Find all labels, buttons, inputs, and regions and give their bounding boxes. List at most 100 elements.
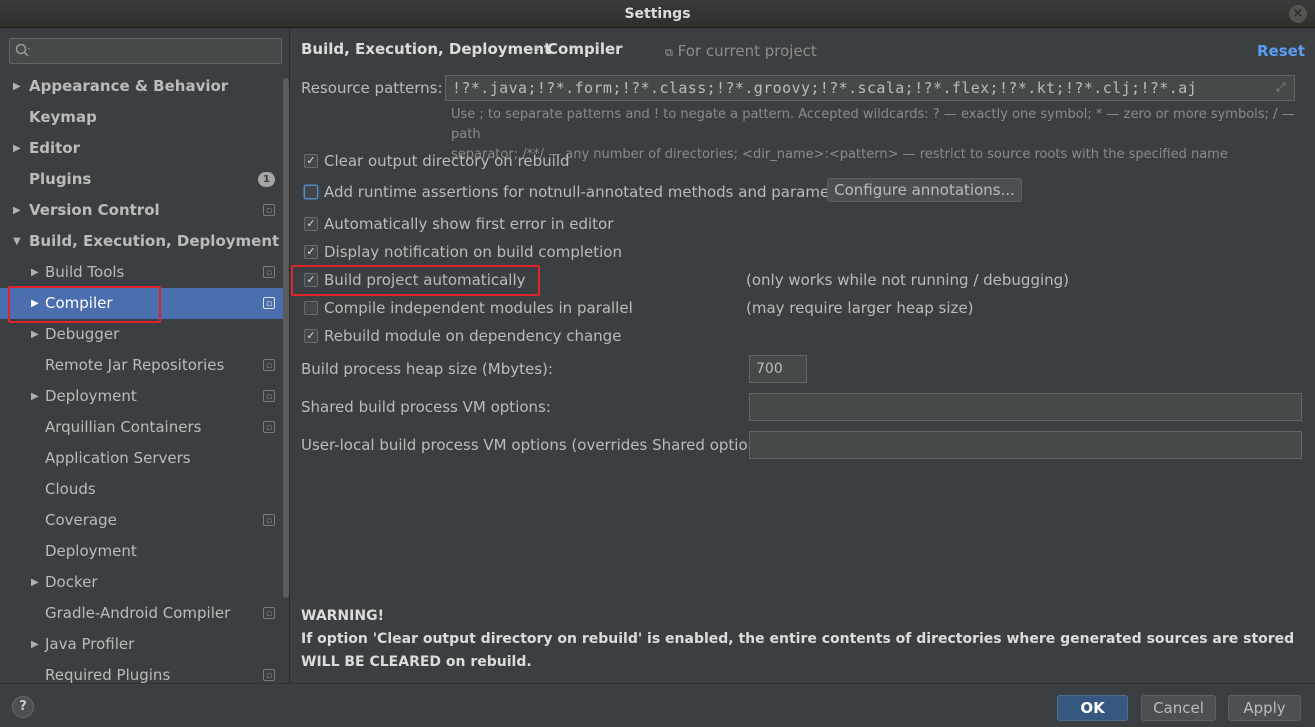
sidebar-item[interactable]: Deployment (0, 536, 289, 567)
resource-patterns-input[interactable]: !?*.java;!?*.form;!?*.class;!?*.groovy;!… (445, 75, 1295, 101)
help-icon[interactable]: ? (19, 699, 27, 714)
breadcrumb-separator: › (534, 40, 540, 58)
checkbox-checked[interactable]: ✓ (304, 217, 318, 231)
option-label[interactable]: Automatically show first error in editor (324, 215, 613, 233)
sidebar-item[interactable]: ▼ Build, Execution, Deployment (0, 226, 289, 257)
sidebar-item-label: Debugger (45, 325, 120, 343)
sidebar-item-label: Remote Jar Repositories (45, 356, 225, 374)
collapsed-arrow-icon[interactable]: ▶ (13, 133, 23, 164)
sidebar-item-label: Docker (45, 573, 98, 591)
help-button[interactable]: ? (12, 696, 34, 718)
sidebar-item[interactable]: ▶ Editor (0, 133, 289, 164)
expand-icon[interactable]: ⤢ (1276, 80, 1290, 94)
project-scope-icon: ▫ (263, 297, 275, 309)
compiler-settings-panel: Build, Execution, Deployment › Compiler … (291, 28, 1315, 683)
project-scope-icon: ▫ (263, 421, 275, 433)
breadcrumb-current: Compiler (547, 40, 623, 58)
breadcrumb-parent[interactable]: Build, Execution, Deployment (301, 40, 551, 58)
updates-count-badge: 1 (258, 172, 275, 187)
ok-button[interactable]: OK (1057, 695, 1128, 721)
sidebar-item-label: Version Control (29, 201, 160, 219)
option-note: (only works while not running / debuggin… (746, 271, 1070, 289)
project-scope-icon: ▫ (263, 669, 275, 681)
collapsed-arrow-icon[interactable]: ▶ (31, 319, 41, 350)
project-scope-icon: ▫ (263, 514, 275, 526)
sidebar-item[interactable]: Coverage ▫ (0, 505, 289, 536)
sidebar-item[interactable]: Clouds (0, 474, 289, 505)
build-automatically-highlight-box (291, 265, 540, 296)
checkbox-checked[interactable]: ✓ (304, 154, 318, 168)
sidebar-scrollbar[interactable] (283, 78, 289, 598)
collapsed-arrow-icon[interactable]: ▶ (13, 71, 23, 102)
close-icon[interactable]: × (1293, 6, 1304, 21)
option-label[interactable]: Clear output directory on rebuild (324, 152, 570, 170)
configure-annotations-button[interactable]: Configure annotations... (827, 178, 1022, 202)
compiler-highlight-box (8, 286, 161, 323)
sidebar-item-label: Clouds (45, 480, 96, 498)
sidebar-item[interactable]: ▶ Version Control ▫ (0, 195, 289, 226)
search-icon (15, 43, 30, 57)
sidebar-item[interactable]: ▶ Build Tools ▫ (0, 257, 289, 288)
close-window-button[interactable]: × (1289, 5, 1307, 23)
project-scope-icon: ▫ (263, 266, 275, 278)
sidebar-item-label: Appearance & Behavior (29, 77, 229, 95)
sidebar-item[interactable]: Gradle-Android Compiler ▫ (0, 598, 289, 629)
sidebar-item[interactable]: ▶ Debugger (0, 319, 289, 350)
collapsed-arrow-icon[interactable]: ▶ (13, 195, 23, 226)
apply-button[interactable]: Apply (1228, 695, 1301, 721)
collapsed-arrow-icon[interactable]: ▶ (31, 257, 41, 288)
warning-text: If option 'Clear output directory on reb… (301, 631, 1295, 670)
shared-vm-options-input[interactable] (749, 393, 1302, 421)
option-label[interactable]: Compile independent modules in parallel (324, 299, 633, 317)
collapsed-arrow-icon[interactable]: ▶ (31, 567, 41, 598)
dialog-button-bar: ? OK Cancel Apply (0, 683, 1315, 727)
sidebar-item-label: Deployment (45, 387, 137, 405)
project-scope-icon: ▫ (263, 204, 275, 216)
sidebar-item[interactable]: Plugins 1 (0, 164, 289, 195)
heap-size-input[interactable]: 700 (749, 355, 807, 383)
sidebar-item-label: Keymap (29, 108, 97, 126)
reset-link[interactable]: Reset (1257, 42, 1305, 60)
project-scope-icon: ▫ (263, 359, 275, 371)
sidebar-item-label: Build Tools (45, 263, 125, 281)
resource-patterns-hint: Use ; to separate patterns and ! to nega… (451, 105, 1315, 165)
heap-size-value: 700 (756, 361, 783, 377)
sidebar-item-label: Deployment (45, 542, 137, 560)
sidebar-item[interactable]: ▶ Appearance & Behavior (0, 71, 289, 102)
hint-line-1: Use ; to separate patterns and ! to nega… (451, 107, 1295, 142)
project-scope-icon: ⧉ (665, 46, 673, 59)
sidebar-item-label: Arquillian Containers (45, 418, 202, 436)
sidebar-item[interactable]: ▶ Java Profiler (0, 629, 289, 660)
sidebar-item[interactable]: Arquillian Containers ▫ (0, 412, 289, 443)
sidebar-item[interactable]: Keymap (0, 102, 289, 133)
option-label[interactable]: Add runtime assertions for notnull-annot… (324, 183, 858, 201)
checkbox-unchecked[interactable] (304, 185, 318, 199)
checkbox-checked[interactable]: ✓ (304, 245, 318, 259)
sidebar-item[interactable]: Application Servers (0, 443, 289, 474)
cancel-button[interactable]: Cancel (1141, 695, 1216, 721)
checkbox-checked[interactable]: ✓ (304, 329, 318, 343)
project-scope-icon: ▫ (263, 390, 275, 402)
expanded-arrow-icon[interactable]: ▼ (13, 226, 23, 257)
user-vm-options-input[interactable] (749, 431, 1302, 459)
collapsed-arrow-icon[interactable]: ▶ (31, 381, 41, 412)
sidebar-item[interactable]: Remote Jar Repositories ▫ (0, 350, 289, 381)
sidebar-item-label: Build, Execution, Deployment (29, 232, 280, 250)
sidebar-item[interactable]: ▶ Docker (0, 567, 289, 598)
sidebar-item-label: Editor (29, 139, 80, 157)
user-vm-options-label: User-local build process VM options (ove… (301, 436, 776, 454)
option-label[interactable]: Display notification on build completion (324, 243, 622, 261)
sidebar-item-label: Gradle-Android Compiler (45, 604, 231, 622)
collapsed-arrow-icon[interactable]: ▶ (31, 629, 41, 660)
sidebar-item-label: Application Servers (45, 449, 191, 467)
sidebar-item[interactable]: Required Plugins ▫ (0, 660, 289, 683)
sidebar-item[interactable]: ▶ Deployment ▫ (0, 381, 289, 412)
window-title: Settings (624, 6, 691, 22)
warning-title: WARNING! (301, 608, 384, 624)
settings-sidebar: ▶ Appearance & Behavior Keymap ▶ Editor Plugi… (0, 28, 290, 683)
option-label[interactable]: Rebuild module on dependency change (324, 327, 621, 345)
settings-search-input[interactable] (9, 38, 282, 64)
resource-patterns-label: Resource patterns: (301, 79, 443, 97)
scope-text: For current project (677, 42, 817, 60)
checkbox-unchecked[interactable] (304, 301, 318, 315)
